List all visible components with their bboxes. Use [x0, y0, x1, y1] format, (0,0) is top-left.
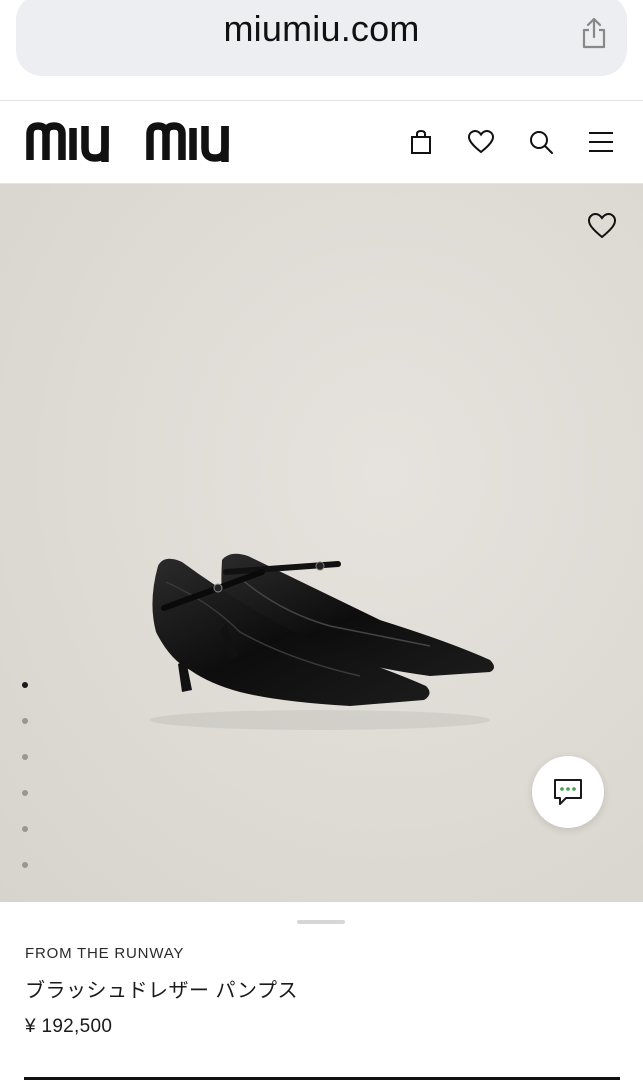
product-image[interactable] — [0, 184, 643, 902]
chat-button[interactable] — [532, 756, 604, 828]
url-text[interactable]: miumiu.com — [16, 8, 627, 50]
menu-icon[interactable] — [586, 127, 616, 157]
product-category: FROM THE RUNWAY — [25, 945, 185, 962]
wishlist-heart-icon[interactable] — [587, 212, 617, 240]
image-pagination — [22, 682, 34, 898]
pumps-illustration — [150, 553, 494, 730]
pagination-dot[interactable] — [22, 718, 28, 724]
pagination-dot[interactable] — [22, 682, 28, 688]
search-icon[interactable] — [526, 127, 556, 157]
pagination-dot[interactable] — [22, 862, 28, 868]
share-icon[interactable] — [579, 16, 609, 50]
product-price: ¥ 192,500 — [25, 1016, 113, 1037]
product-info-sheet: FROM THE RUNWAY ブラッシュドレザー パンプス ¥ 192,500 — [0, 902, 643, 1080]
sheet-handle[interactable] — [297, 920, 345, 924]
chat-icon — [554, 779, 582, 805]
heart-icon[interactable] — [466, 127, 496, 157]
address-bar[interactable]: miumiu.com — [16, 0, 627, 76]
pagination-dot[interactable] — [22, 790, 28, 796]
miu-miu-logo[interactable] — [26, 122, 250, 162]
bag-icon[interactable] — [406, 127, 436, 157]
site-header — [0, 100, 643, 184]
product-title: ブラッシュドレザー パンプス — [25, 980, 298, 1002]
pagination-dot[interactable] — [22, 826, 28, 832]
browser-address-area: miumiu.com — [0, 0, 643, 100]
pagination-dot[interactable] — [22, 754, 28, 760]
